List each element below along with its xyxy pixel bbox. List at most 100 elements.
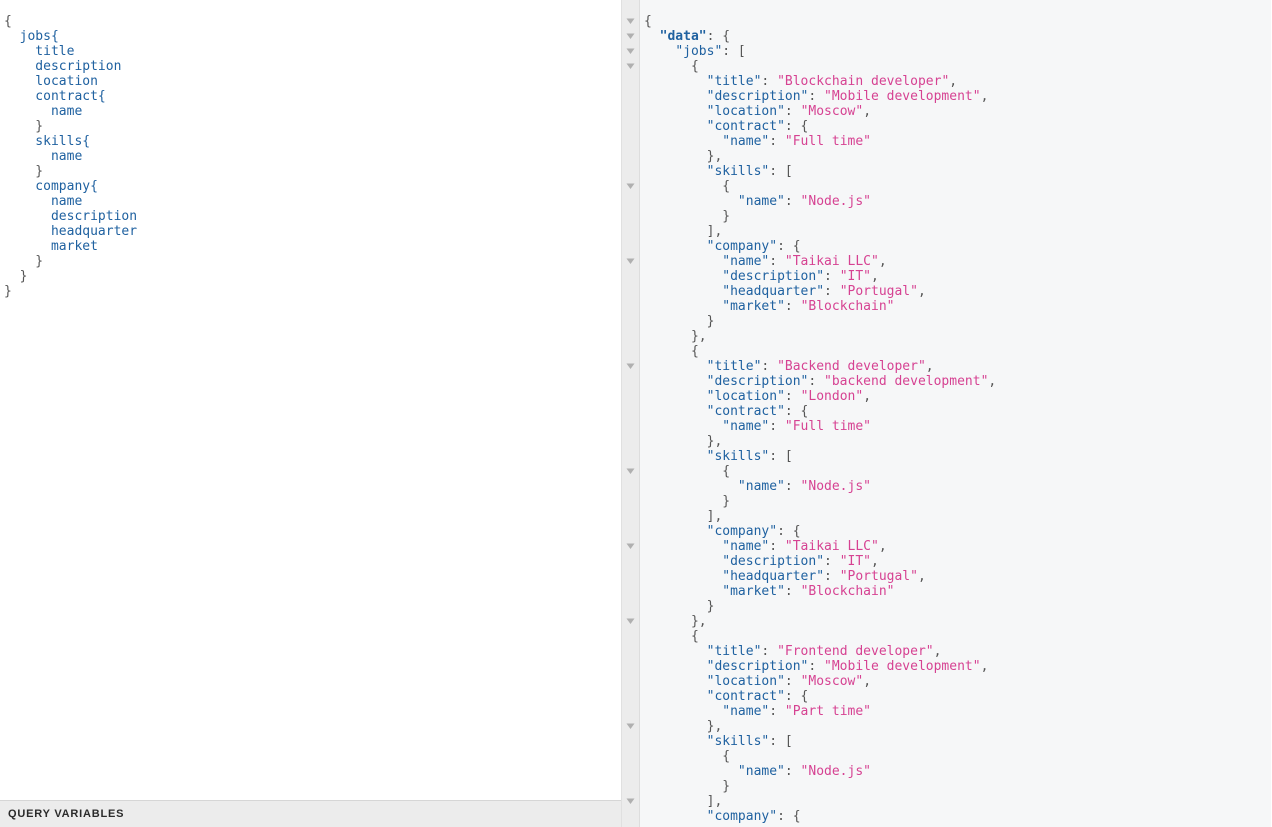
result-token-punct: :	[769, 134, 785, 149]
chevron-down-icon[interactable]	[626, 614, 635, 629]
result-token-punct: ,	[933, 644, 942, 659]
result-indent	[644, 524, 707, 539]
result-indent	[644, 44, 675, 59]
result-line: "title": "Blockchain developer",	[644, 74, 1271, 89]
query-variables-bar[interactable]: QUERY VARIABLES	[0, 800, 621, 827]
query-editor-pane: { jobs{ title description location contr…	[0, 0, 622, 827]
result-token-punct: ,	[917, 284, 926, 299]
query-line: market	[4, 239, 621, 254]
result-token-punct: : [	[769, 449, 793, 464]
result-line: {	[644, 344, 1271, 359]
chevron-down-icon[interactable]	[626, 539, 635, 554]
query-line: headquarter	[4, 224, 621, 239]
result-indent	[644, 194, 738, 209]
result-line: "location": "Moscow",	[644, 674, 1271, 689]
result-indent	[644, 779, 722, 794]
query-line: }	[4, 254, 621, 269]
result-token-punct: :	[769, 539, 785, 554]
chevron-down-icon[interactable]	[626, 719, 635, 734]
chevron-down-icon[interactable]	[626, 254, 635, 269]
result-token-punct: ,	[917, 569, 926, 584]
result-line: "name": "Node.js"	[644, 764, 1271, 779]
result-indent	[644, 104, 707, 119]
chevron-down-icon[interactable]	[626, 359, 635, 374]
query-token: }	[4, 119, 44, 134]
chevron-down-icon[interactable]	[626, 179, 635, 194]
result-token-punct: ,	[878, 539, 887, 554]
query-token: }	[4, 284, 12, 299]
result-token-punct: }	[722, 209, 731, 224]
query-editor[interactable]: { jobs{ title description location contr…	[0, 0, 621, 800]
result-token-string: "Taikai LLC"	[784, 254, 879, 269]
result-token-punct: : {	[777, 524, 801, 539]
result-token-punct: },	[706, 434, 723, 449]
result-line: {	[644, 59, 1271, 74]
result-token-punct: :	[761, 359, 778, 374]
result-indent	[644, 224, 707, 239]
result-line: ],	[644, 794, 1271, 809]
query-line: }	[4, 284, 621, 299]
result-token-punct: }	[706, 314, 715, 329]
query-line: }	[4, 269, 621, 284]
result-token-punct: {	[690, 59, 699, 74]
result-token-key: "contract"	[706, 119, 785, 134]
result-token-punct: }	[706, 599, 715, 614]
result-indent	[644, 254, 722, 269]
result-indent	[644, 149, 707, 164]
result-viewer[interactable]: { "data": { "jobs": [ { "title": "Blockc…	[640, 0, 1271, 827]
result-indent	[644, 674, 707, 689]
result-token-key: "market"	[722, 299, 785, 314]
result-token-key: "skills"	[706, 164, 770, 179]
result-line: "jobs": [	[644, 44, 1271, 59]
result-line: "headquarter": "Portugal",	[644, 284, 1271, 299]
chevron-down-icon[interactable]	[626, 29, 635, 44]
chevron-down-icon[interactable]	[626, 794, 635, 809]
query-line: {	[4, 14, 621, 29]
result-token-string: "Taikai LLC"	[784, 539, 879, 554]
result-line: "company": {	[644, 239, 1271, 254]
result-token-key: "company"	[706, 524, 778, 539]
result-indent	[644, 719, 707, 734]
result-token-key: "description"	[706, 659, 809, 674]
result-indent	[644, 299, 722, 314]
result-indent	[644, 389, 707, 404]
chevron-down-icon[interactable]	[626, 44, 635, 59]
result-token-punct: : {	[784, 119, 809, 134]
result-indent	[644, 809, 707, 824]
result-token-punct: {	[690, 629, 699, 644]
chevron-down-icon[interactable]	[626, 464, 635, 479]
query-code[interactable]: { jobs{ title description location contr…	[0, 14, 621, 299]
result-line: "description": "Mobile development",	[644, 659, 1271, 674]
result-indent	[644, 794, 707, 809]
query-token: location	[4, 74, 98, 89]
result-line: "name": "Node.js"	[644, 479, 1271, 494]
result-token-punct: : {	[706, 29, 731, 44]
query-token: market	[4, 239, 98, 254]
query-token: }	[4, 164, 44, 179]
result-indent	[644, 659, 707, 674]
result-indent	[644, 479, 738, 494]
query-token: description	[4, 59, 122, 74]
result-token-key: "name"	[722, 254, 770, 269]
result-token-punct: :	[808, 659, 825, 674]
result-token-punct: ],	[706, 509, 723, 524]
result-token-key: "headquarter"	[722, 569, 825, 584]
result-token-punct: :	[824, 269, 840, 284]
query-line: name	[4, 194, 621, 209]
result-indent	[644, 329, 691, 344]
result-line: },	[644, 434, 1271, 449]
result-indent	[644, 134, 722, 149]
chevron-down-icon[interactable]	[626, 59, 635, 74]
query-variables-label: QUERY VARIABLES	[8, 808, 125, 820]
result-line: "skills": [	[644, 449, 1271, 464]
result-indent	[644, 644, 707, 659]
result-line: "contract": {	[644, 404, 1271, 419]
result-line: "name": "Full time"	[644, 134, 1271, 149]
result-indent	[644, 599, 707, 614]
chevron-down-icon[interactable]	[626, 14, 635, 29]
code-fold-gutter[interactable]	[622, 0, 640, 827]
result-token-key: "name"	[737, 194, 785, 209]
query-token: description	[4, 209, 138, 224]
result-token-punct: : [	[769, 734, 793, 749]
result-token-punct: },	[706, 719, 723, 734]
